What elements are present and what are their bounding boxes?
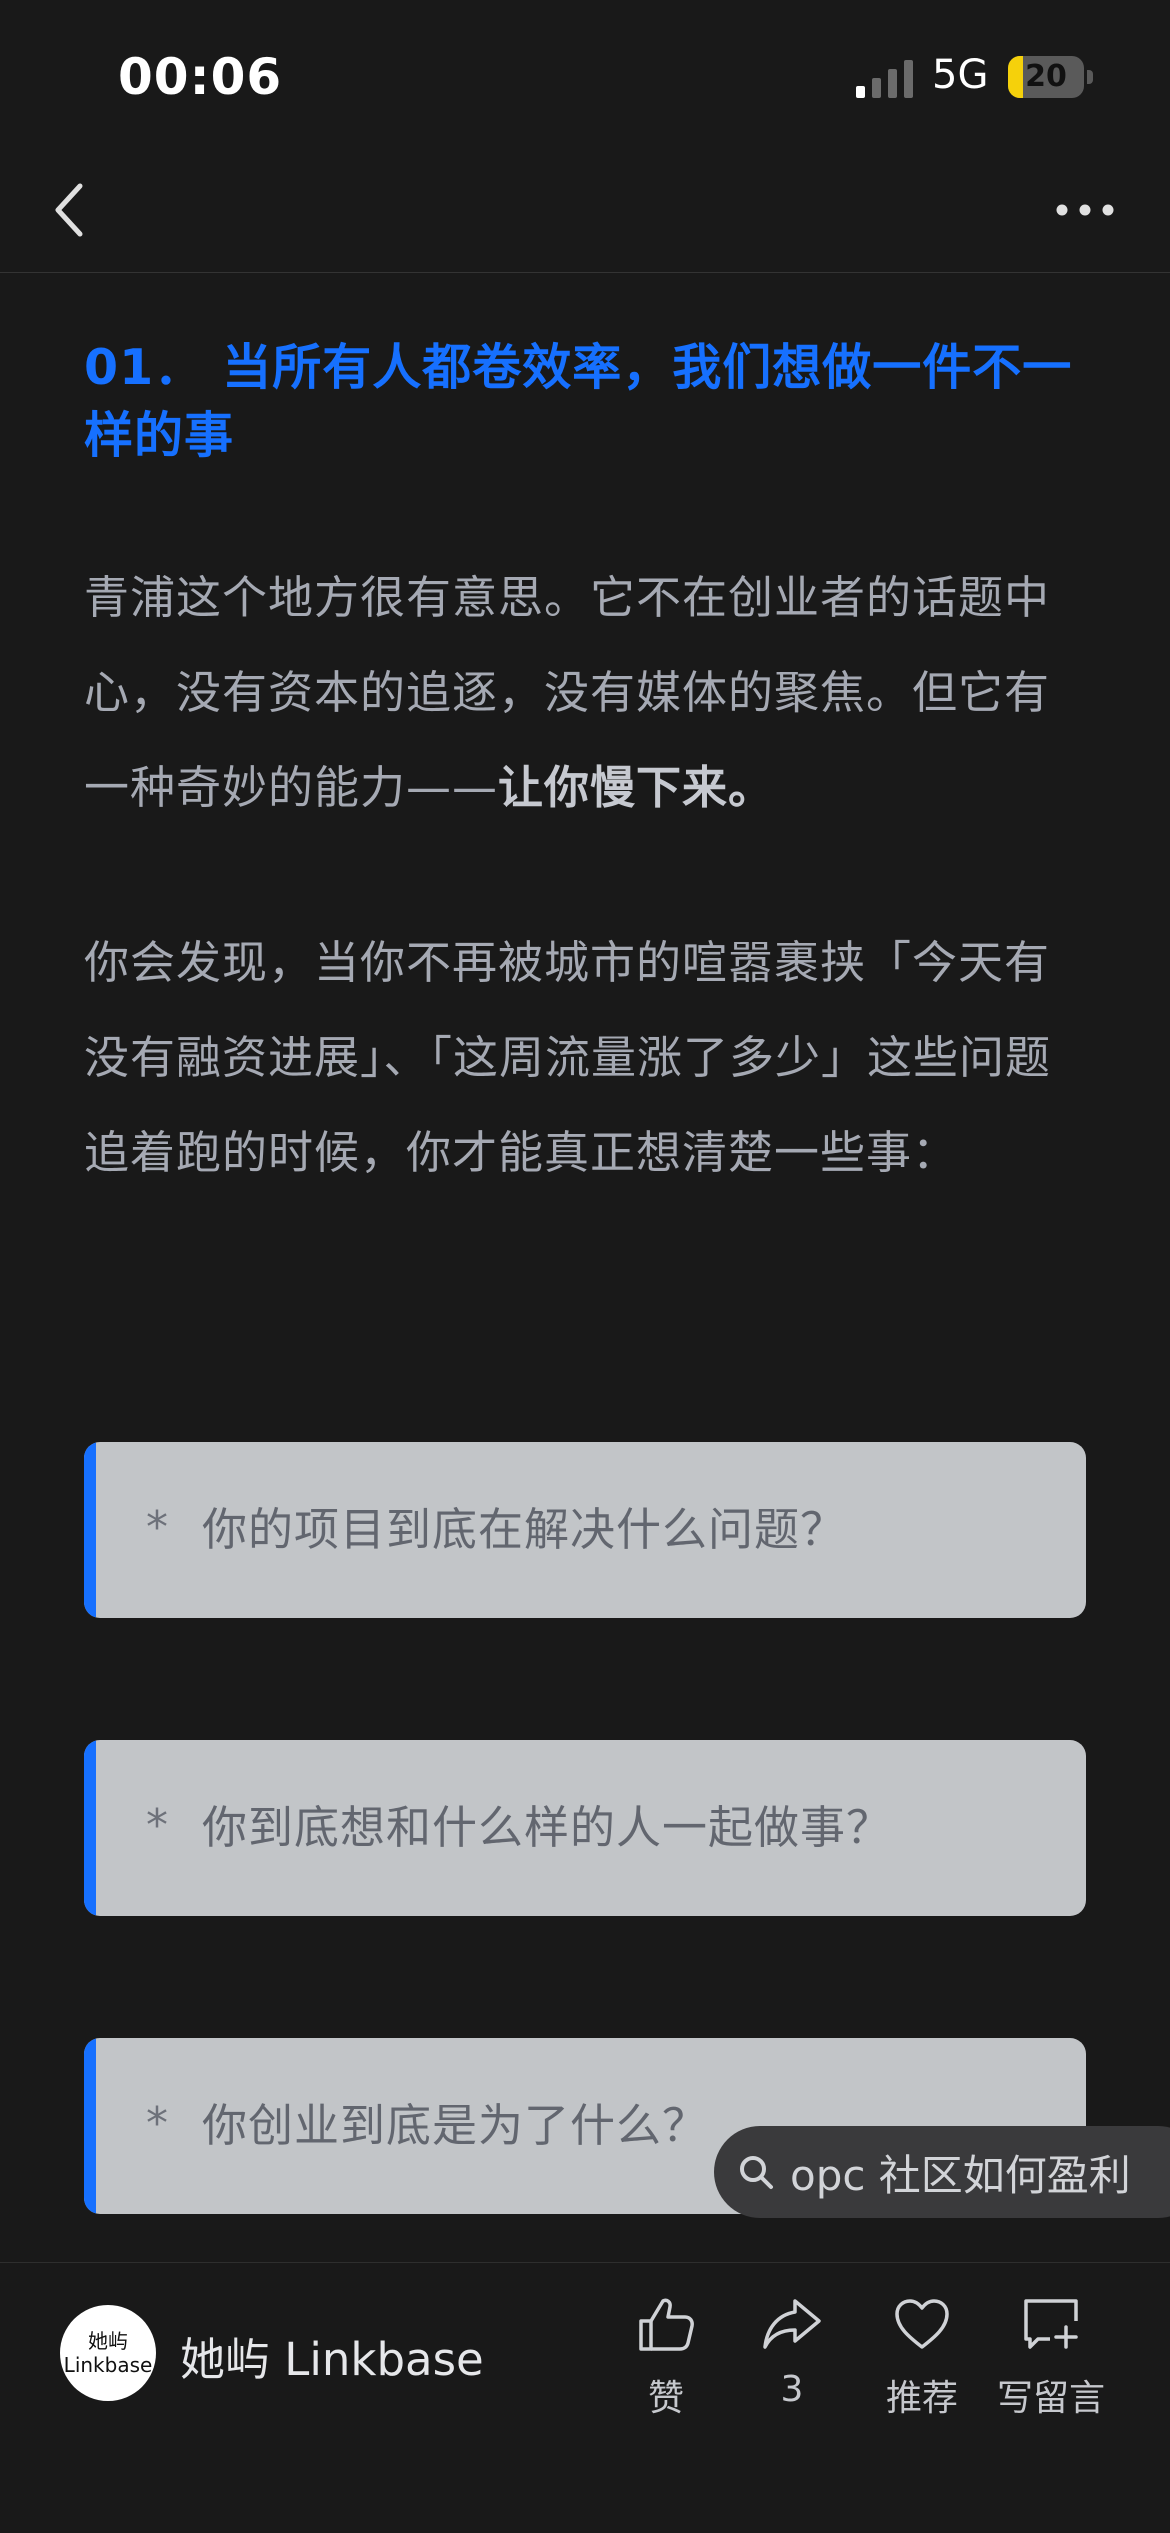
account-name[interactable]: 她屿 Linkbase (180, 2323, 484, 2388)
network-type: 5G (932, 52, 989, 98)
recommend-label: 推荐 (885, 2378, 958, 2419)
status-time: 00:06 (118, 48, 283, 106)
paragraph-1-bold: 让你慢下来。 (498, 761, 775, 814)
thumbs-up-icon (639, 2298, 694, 2351)
avatar-text-line2: Linkbase (63, 2353, 153, 2377)
quote-card: * 你到底想和什么样的人一起做事？ (84, 1740, 1086, 1916)
quote-text: 你的项目到底在解决什么问题？ (202, 1503, 847, 1556)
like-button[interactable]: 赞 (601, 2293, 731, 2421)
bottom-bar: 她屿 Linkbase 她屿 Linkbase 赞 3 推荐 写留言 (0, 2262, 1170, 2533)
share-count: 3 (780, 2369, 804, 2410)
battery-level: 20 (1025, 59, 1067, 94)
paragraph-1: 青浦这个地方很有意思。它不在创业者的话题中心，没有资本的追逐，没有媒体的聚焦。但… (84, 550, 1086, 835)
chevron-left-icon (55, 183, 83, 237)
comment-button[interactable]: 写留言 (986, 2293, 1116, 2421)
share-button[interactable]: 3 (727, 2293, 857, 2410)
signal-icon (856, 60, 913, 98)
battery-icon: 20 (1008, 56, 1094, 98)
nav-bar (0, 150, 1170, 273)
quote-text: 你到底想和什么样的人一起做事？ (202, 1801, 893, 1854)
comment-add-icon (1024, 2299, 1078, 2349)
more-dots-icon (1056, 204, 1114, 216)
quote-bullet: * (146, 1800, 168, 1851)
share-icon (763, 2299, 821, 2349)
quote-card: * 你的项目到底在解决什么问题？ (84, 1442, 1086, 1618)
paragraph-2: 你会发现，当你不再被城市的喧嚣裹挟「今天有没有融资进展」、「这周流量涨了多少」这… (84, 936, 1052, 1179)
comment-label: 写留言 (996, 2378, 1105, 2419)
avatar-text-line1: 她屿 (88, 2329, 128, 2353)
avatar[interactable]: 她屿 Linkbase (60, 2305, 156, 2401)
back-button[interactable] (30, 170, 110, 250)
search-suggestion-text: opc 社区如何盈利 (790, 2150, 1131, 2200)
section-heading: 01． 当所有人都卷效率，我们想做一件不一样的事 (84, 339, 1073, 464)
quote-text: 你创业到底是为了什么？ (202, 2099, 709, 2152)
like-label: 赞 (647, 2378, 684, 2419)
search-suggestion-button[interactable]: opc 社区如何盈利 (714, 2126, 1170, 2218)
recommend-button[interactable]: 推荐 (857, 2293, 987, 2421)
quote-bullet: * (146, 1502, 168, 1553)
heart-icon (895, 2299, 949, 2349)
article-body: 01． 当所有人都卷效率，我们想做一件不一样的事 青浦这个地方很有意思。它不在创… (84, 272, 1086, 1200)
more-button[interactable] (1040, 170, 1130, 250)
search-icon (740, 2156, 773, 2189)
status-bar: 00:06 5G 20 (0, 0, 1170, 150)
quote-bullet: * (146, 2098, 168, 2149)
